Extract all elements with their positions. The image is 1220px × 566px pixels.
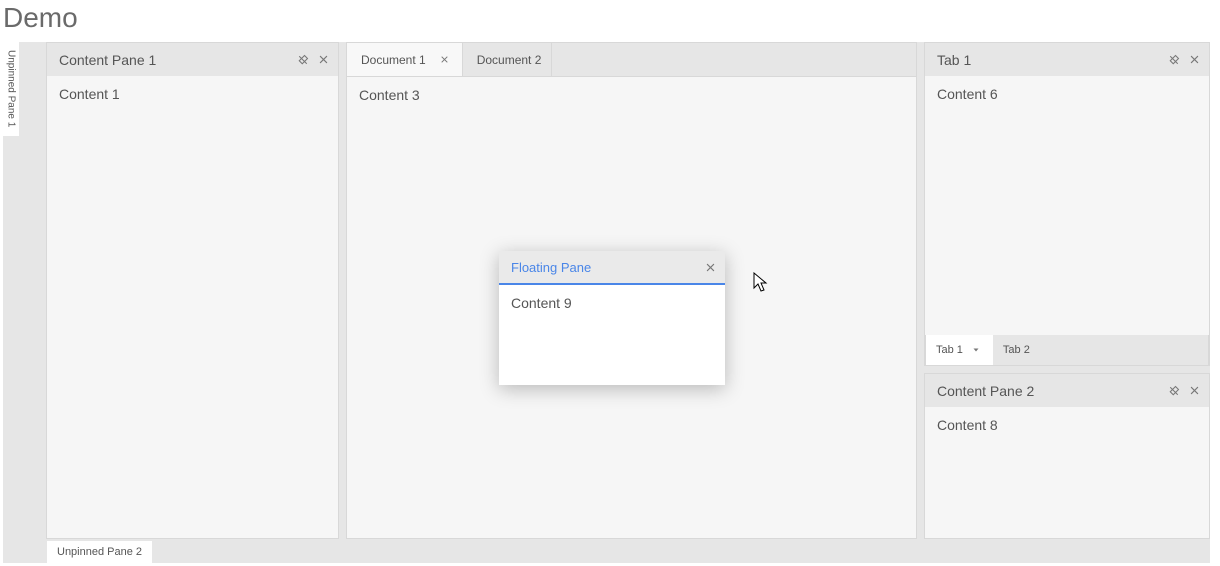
- tab-tab1[interactable]: Tab 1: [926, 335, 993, 365]
- close-icon[interactable]: [1187, 384, 1201, 398]
- tab-group-tab-strip: Tab 1 Tab 2: [925, 335, 1209, 365]
- content-pane-2-header[interactable]: Content Pane 2: [925, 374, 1209, 407]
- tab-group-top-title: Tab 1: [937, 52, 1167, 68]
- unpinned-tab-left[interactable]: Unpinned Pane 1: [3, 42, 19, 136]
- content-pane-1-header[interactable]: Content Pane 1: [47, 43, 338, 76]
- tab-tab2[interactable]: Tab 2: [993, 335, 1040, 365]
- splitter-vertical[interactable]: [917, 42, 924, 539]
- left-column: Content Pane 1 Content 1: [46, 42, 339, 539]
- close-icon[interactable]: [316, 53, 330, 67]
- floating-pane[interactable]: Floating Pane Content 9: [499, 251, 725, 385]
- content-pane-2: Content Pane 2 Content 8: [924, 373, 1210, 539]
- floating-pane-body: Content 9: [499, 285, 725, 385]
- splitter-horizontal[interactable]: [924, 366, 1210, 373]
- tab-label: Document 2: [477, 53, 542, 67]
- content-pane-1: Content Pane 1 Content 1: [46, 42, 339, 539]
- content-pane-2-title: Content Pane 2: [937, 383, 1167, 399]
- tab-document-1[interactable]: Document 1: [347, 43, 463, 77]
- page-title: Demo: [0, 0, 1220, 42]
- splitter-vertical[interactable]: [339, 42, 346, 539]
- tab-label: Tab 1: [936, 344, 963, 356]
- pin-icon[interactable]: [1167, 384, 1181, 398]
- dock-manager: Unpinned Pane 1 Content Pane 1 Content 1: [3, 42, 1210, 563]
- close-icon[interactable]: [703, 260, 717, 274]
- close-icon[interactable]: [438, 53, 452, 67]
- pin-icon[interactable]: [1167, 53, 1181, 67]
- tab-group-top-body: Content 6: [925, 76, 1209, 335]
- pin-icon[interactable]: [296, 53, 310, 67]
- floating-pane-title: Floating Pane: [511, 260, 703, 275]
- document-tabs: Document 1 Document 2: [347, 43, 916, 76]
- tab-label: Document 1: [361, 53, 426, 67]
- close-icon[interactable]: [1187, 53, 1201, 67]
- tab-document-2[interactable]: Document 2: [463, 43, 553, 76]
- tab-label: Tab 2: [1003, 344, 1030, 356]
- right-column: Tab 1 Content 6 Tab 1: [924, 42, 1210, 539]
- tab-group-top: Tab 1 Content 6 Tab 1: [924, 42, 1210, 366]
- content-pane-2-body: Content 8: [925, 407, 1209, 538]
- floating-pane-header[interactable]: Floating Pane: [499, 251, 725, 285]
- unpinned-tab-bottom[interactable]: Unpinned Pane 2: [47, 541, 152, 563]
- chevron-down-icon[interactable]: [969, 343, 983, 357]
- tab-group-top-header[interactable]: Tab 1: [925, 43, 1209, 76]
- content-pane-1-title: Content Pane 1: [59, 52, 296, 68]
- content-pane-1-body: Content 1: [47, 76, 338, 538]
